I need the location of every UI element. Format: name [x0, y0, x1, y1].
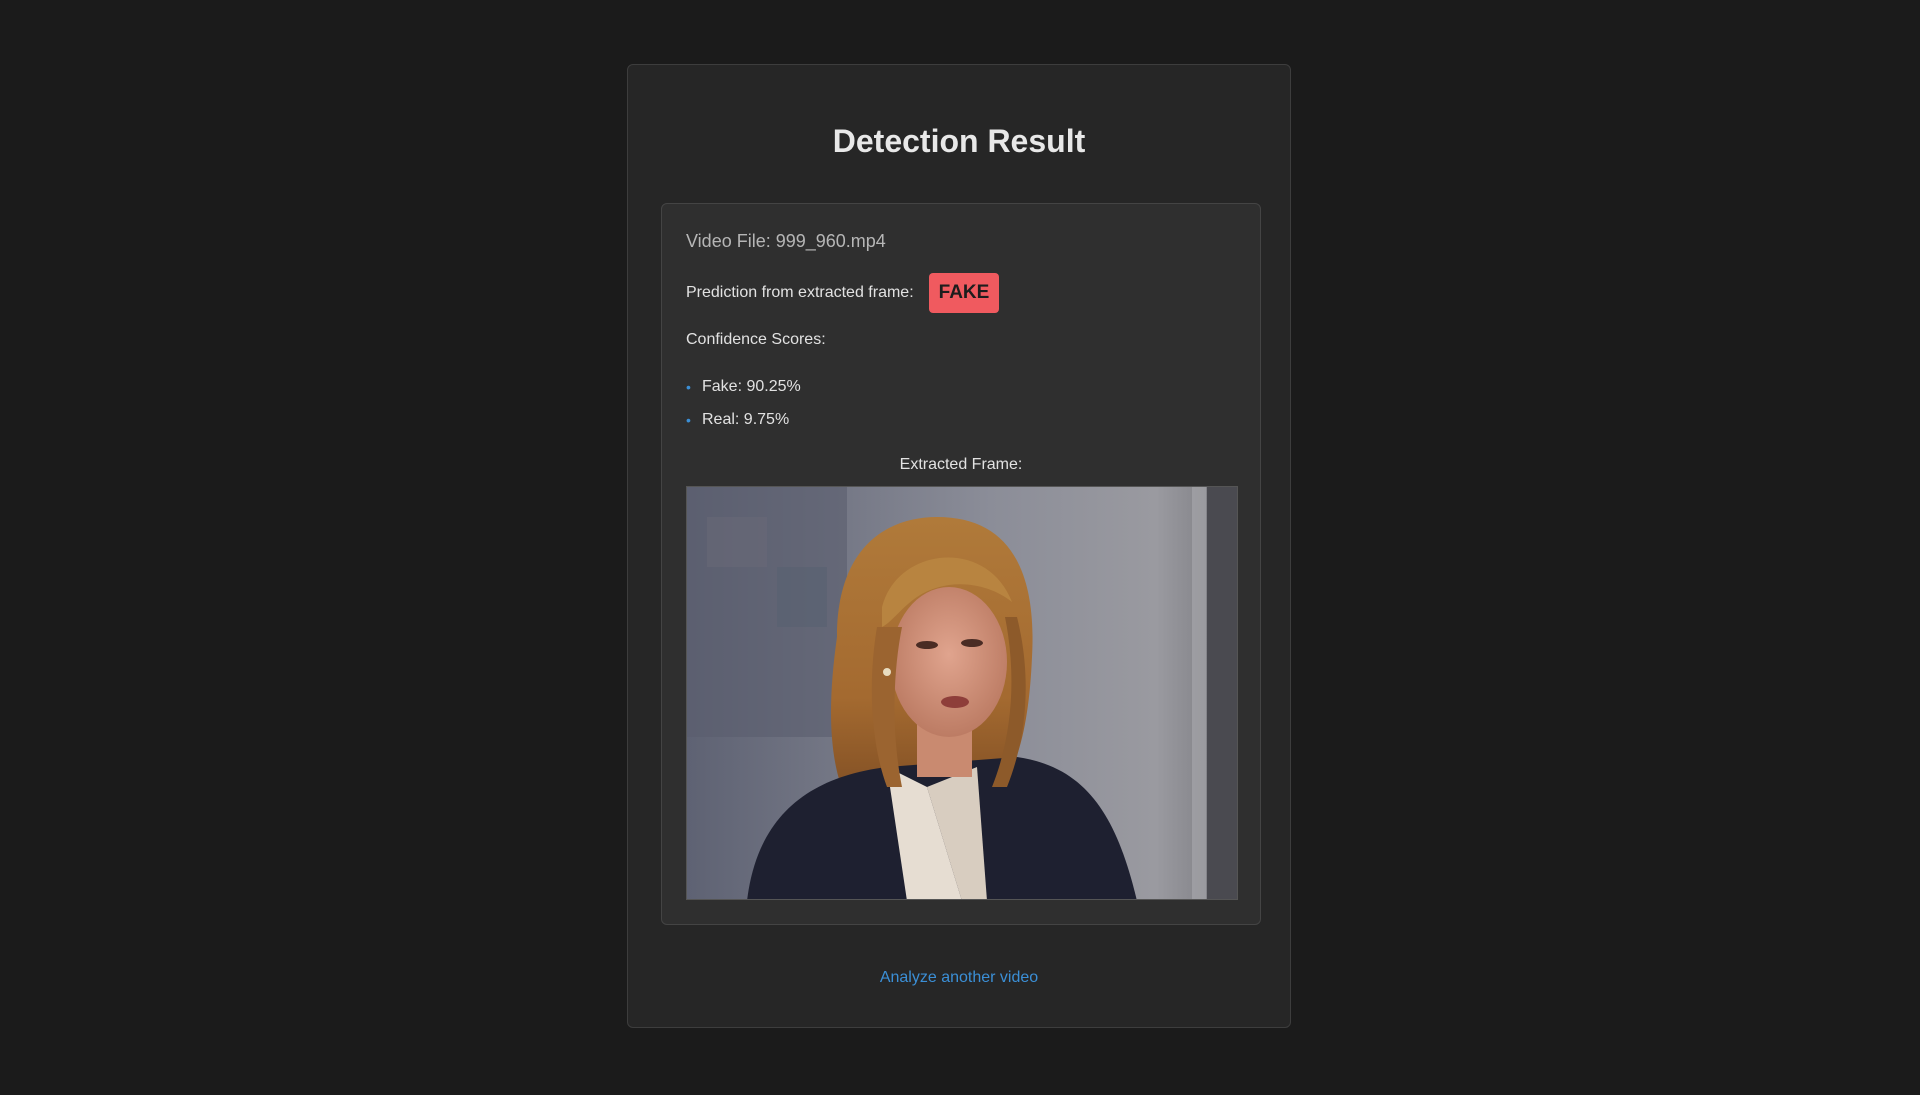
result-card: Detection Result Video File: 999_960.mp4…	[627, 64, 1291, 1028]
confidence-scores-list: • Fake: 90.25% • Real: 9.75%	[686, 370, 801, 436]
result-details-panel: Video File: 999_960.mp4 Prediction from …	[661, 203, 1261, 925]
score-text: Real: 9.75%	[702, 410, 790, 428]
bullet-icon: •	[686, 411, 691, 428]
page-title: Detection Result	[832, 123, 1086, 159]
score-text: Fake: 90.25%	[702, 377, 801, 395]
video-file-name: Video File: 999_960.mp4	[686, 231, 886, 251]
bullet-icon: •	[686, 378, 691, 395]
prediction-label: Prediction from extracted frame:	[686, 284, 914, 301]
extracted-frame-image	[686, 486, 1238, 900]
score-item-fake: • Fake: 90.25%	[686, 370, 801, 403]
extracted-frame-label: Extracted Frame:	[899, 456, 1023, 473]
confidence-scores-heading: Confidence Scores:	[686, 331, 826, 348]
score-item-real: • Real: 9.75%	[686, 403, 801, 436]
analyze-another-video-link[interactable]: Analyze another video	[628, 969, 1290, 987]
prediction-row: Prediction from extracted frame: FAKE	[686, 273, 1000, 313]
prediction-badge: FAKE	[928, 273, 1000, 313]
